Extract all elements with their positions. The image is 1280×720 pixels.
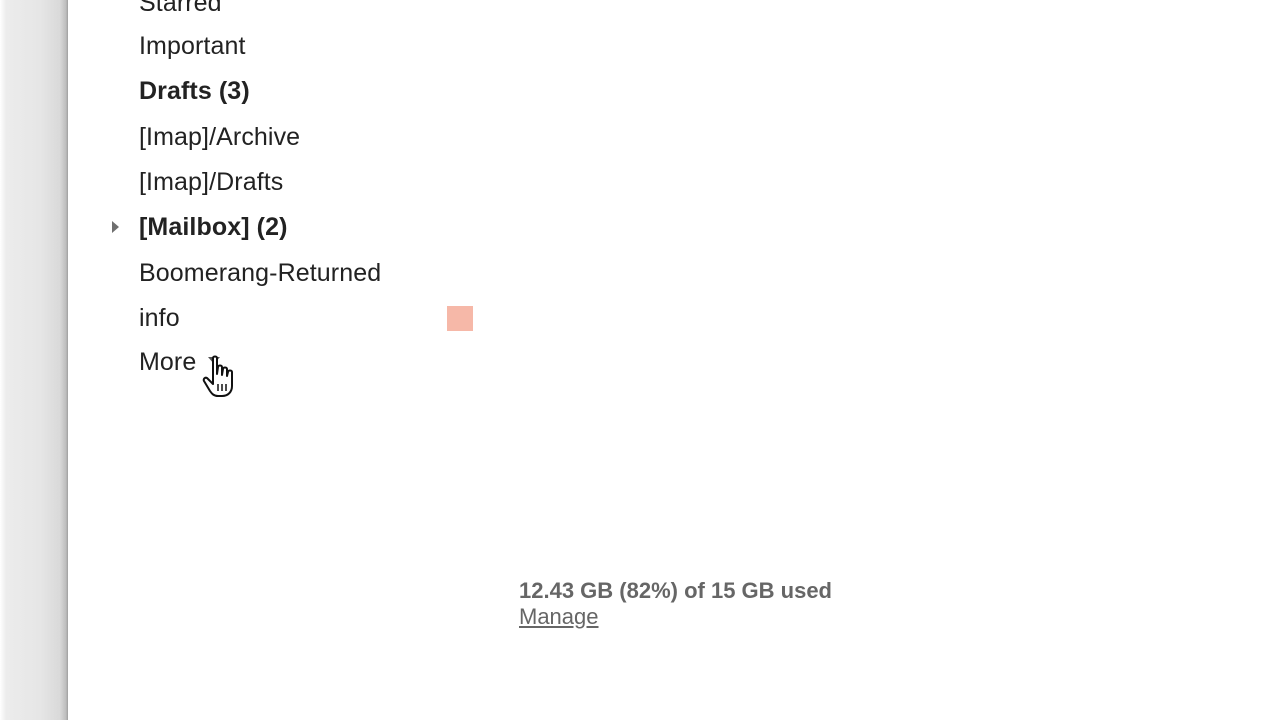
caret-down-icon[interactable] <box>208 357 220 364</box>
storage-usage-text: 12.43 GB (82%) of 15 GB used <box>519 578 832 603</box>
sidebar-item-info[interactable]: info <box>139 303 180 333</box>
label-color-chip[interactable] <box>447 306 473 331</box>
manage-storage-link[interactable]: Manage <box>519 604 599 630</box>
sidebar-item-starred[interactable]: Starred <box>139 0 222 18</box>
gmail-sidebar-viewport: Starred Important Drafts (3) [Imap]/Arch… <box>0 0 1280 720</box>
left-rail-divider <box>0 0 68 720</box>
sidebar-item-more[interactable]: More <box>139 347 196 377</box>
sidebar-item-drafts[interactable]: Drafts (3) <box>139 76 250 106</box>
sidebar-item-mailbox[interactable]: [Mailbox] (2) <box>139 212 288 242</box>
storage-usage-block: 12.43 GB (82%) of 15 GB used Manage <box>519 578 919 630</box>
sidebar-item-boomerang-returned[interactable]: Boomerang-Returned <box>139 258 381 288</box>
sidebar-item-important[interactable]: Important <box>139 31 246 61</box>
expand-arrow-icon[interactable] <box>112 221 119 233</box>
sidebar-item-imap-drafts[interactable]: [Imap]/Drafts <box>139 167 283 197</box>
sidebar-item-imap-archive[interactable]: [Imap]/Archive <box>139 122 300 152</box>
